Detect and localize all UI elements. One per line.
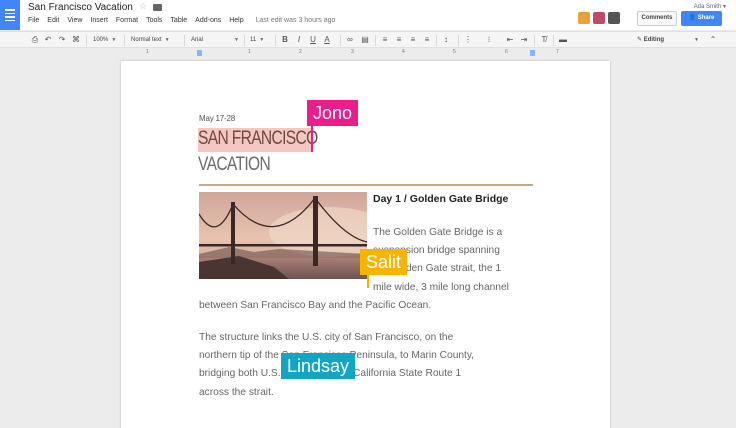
menu-view[interactable]: View [67, 17, 82, 24]
right-indent-marker[interactable] [530, 50, 535, 56]
day-heading[interactable]: Day 1 / Golden Gate Bridge [373, 193, 508, 205]
collaborator-avatars [578, 12, 620, 24]
clear-formatting-icon[interactable]: T̸ [539, 35, 549, 45]
title-line-1[interactable]: SAN FRANCISCO [198, 128, 318, 150]
line-spacing-icon[interactable]: ↕ [441, 35, 451, 45]
last-edit-status[interactable]: Last edit was 3 hours ago [256, 17, 336, 24]
menu-help[interactable]: Help [229, 17, 243, 24]
salit-cursor-label: Salit [360, 249, 408, 275]
avatar[interactable] [593, 12, 605, 24]
menu-file[interactable]: File [28, 17, 39, 24]
title-divider [199, 184, 533, 186]
share-button[interactable]: 👤 Share [681, 11, 722, 26]
toolbar-divider [553, 35, 554, 46]
font-select[interactable]: Arial ▼ [191, 34, 239, 46]
toolbar-divider [244, 35, 245, 46]
align-right-icon[interactable]: ≡ [408, 35, 418, 45]
decrease-indent-icon[interactable]: ⇤ [505, 35, 515, 45]
paragraph-line: mile wide, 3 mile long channel [373, 281, 509, 293]
golden-gate-bridge-photo[interactable] [199, 192, 367, 279]
style-select[interactable]: Normal text ▼ [131, 34, 170, 46]
star-icon[interactable]: ☆ [139, 1, 147, 12]
toolbar-divider [124, 35, 125, 46]
font-size-select[interactable]: 11 ▼ [250, 34, 264, 46]
redo-icon[interactable]: ↷ [57, 35, 67, 45]
collapse-icon[interactable]: ⌃ [708, 35, 718, 45]
toolbar-divider [458, 35, 459, 46]
paint-format-icon[interactable]: ⌘ [71, 35, 81, 45]
toolbar-divider [275, 35, 276, 46]
zoom-select[interactable]: 100% ▼ [93, 34, 116, 46]
italic-icon[interactable]: I [294, 35, 304, 45]
menu-table[interactable]: Table [170, 17, 187, 24]
paragraph-line: The Golden Gate Bridge is a [373, 227, 503, 238]
input-tools-icon[interactable]: ▬ [558, 35, 568, 45]
jono-cursor [311, 126, 313, 152]
comments-button[interactable]: Comments [637, 11, 677, 26]
toolbar-divider [86, 35, 87, 46]
toolbar-divider [375, 35, 376, 46]
title-line-2[interactable]: VACATION [198, 154, 271, 176]
folder-icon[interactable] [153, 4, 162, 11]
menu-tools[interactable]: Tools [146, 17, 162, 24]
bulleted-list-icon[interactable]: ⁝ [484, 35, 494, 45]
toolbar-divider [184, 35, 185, 46]
align-center-icon[interactable]: ≡ [394, 35, 404, 45]
paragraph-line: across the strait. [199, 386, 274, 398]
menu-bar: File Edit View Insert Format Tools Table… [28, 17, 343, 24]
trip-dates[interactable]: May 17-28 [199, 114, 235, 123]
app-header: San Francisco Vacation ☆ File Edit View … [0, 0, 736, 30]
toolbar-divider [436, 35, 437, 46]
document-title[interactable]: San Francisco Vacation [28, 2, 133, 13]
ruler-number: 2 [299, 49, 302, 55]
horizontal-ruler[interactable]: 1 1 2 3 4 5 6 7 [120, 49, 610, 58]
ruler-number: 5 [453, 49, 456, 55]
undo-icon[interactable]: ↶ [43, 35, 53, 45]
link-icon[interactable]: ∞ [345, 35, 355, 45]
print-icon[interactable]: ⎙ [30, 35, 40, 45]
text-color-icon[interactable]: A [322, 35, 332, 45]
avatar[interactable] [608, 12, 620, 24]
underline-icon[interactable]: U [308, 35, 318, 45]
comment-icon[interactable]: ▤ [360, 35, 370, 45]
indent-marker[interactable] [197, 50, 202, 56]
toolbar-divider [340, 35, 341, 46]
docs-logo-icon[interactable] [0, 0, 20, 30]
align-justify-icon[interactable]: ≡ [422, 35, 432, 45]
increase-indent-icon[interactable]: ⇥ [519, 35, 529, 45]
avatar[interactable] [578, 12, 590, 24]
ruler-number: 1 [146, 49, 149, 55]
docs-app: San Francisco Vacation ☆ File Edit View … [0, 0, 736, 428]
ruler-number: 1 [248, 49, 251, 55]
jono-cursor-label: Jono [307, 100, 359, 126]
paragraph-line: The structure links the U.S. city of San… [199, 332, 454, 343]
lindsay-cursor-label: Lindsay [281, 353, 356, 379]
menu-insert[interactable]: Insert [90, 17, 108, 24]
ruler-number: 7 [556, 49, 559, 55]
formatting-toolbar: ⎙ ↶ ↷ ⌘ 100% ▼ Normal text ▼ Arial ▼ 11 ▼ B … [0, 31, 736, 48]
numbered-list-icon[interactable]: ⋮ [463, 35, 473, 45]
ruler-number: 6 [505, 49, 508, 55]
menu-edit[interactable]: Edit [47, 17, 59, 24]
paragraph-1-tail[interactable]: between San Francisco Bay and the Pacifi… [199, 297, 431, 315]
toolbar-divider [534, 35, 535, 46]
align-left-icon[interactable]: ≡ [380, 35, 390, 45]
account-name[interactable]: Ada Smith ▾ [694, 3, 726, 10]
bold-icon[interactable]: B [280, 35, 290, 45]
menu-addons[interactable]: Add-ons [195, 17, 221, 24]
ruler-number: 4 [402, 49, 405, 55]
menu-format[interactable]: Format [116, 17, 138, 24]
ruler-number: 3 [351, 49, 354, 55]
editing-mode-select[interactable]: ✎ Editing ▼ [637, 34, 699, 46]
